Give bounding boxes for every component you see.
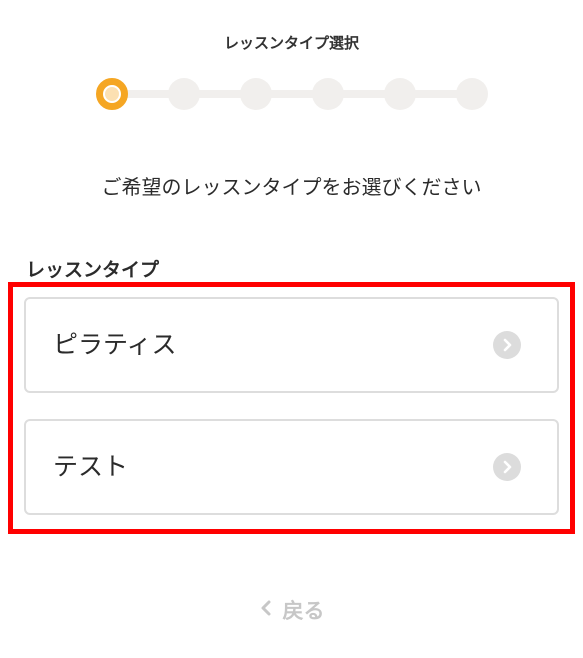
step-dot-4 bbox=[312, 78, 344, 110]
progress-stepper bbox=[96, 78, 488, 110]
step-dot-2 bbox=[168, 78, 200, 110]
lesson-type-option-test[interactable]: テスト bbox=[24, 419, 559, 515]
step-dot-1 bbox=[96, 78, 128, 110]
lesson-type-option-pilates[interactable]: ピラティス bbox=[24, 297, 559, 393]
chevron-right-icon bbox=[493, 331, 521, 359]
chevron-left-icon bbox=[259, 598, 273, 622]
page-title: レッスンタイプ選択 bbox=[223, 34, 359, 52]
instruction-text: ご希望のレッスンタイプをお選びください bbox=[101, 175, 482, 199]
option-label: テスト bbox=[53, 452, 129, 481]
back-button[interactable]: 戻る bbox=[0, 595, 583, 625]
back-label: 戻る bbox=[282, 599, 325, 623]
step-dot-5 bbox=[384, 78, 416, 110]
step-dot-6 bbox=[456, 78, 488, 110]
chevron-right-icon bbox=[493, 453, 521, 481]
step-dot-3 bbox=[240, 78, 272, 110]
option-label: ピラティス bbox=[53, 330, 177, 359]
section-label: レッスンタイプ bbox=[26, 259, 160, 281]
stepper-track bbox=[112, 90, 472, 98]
